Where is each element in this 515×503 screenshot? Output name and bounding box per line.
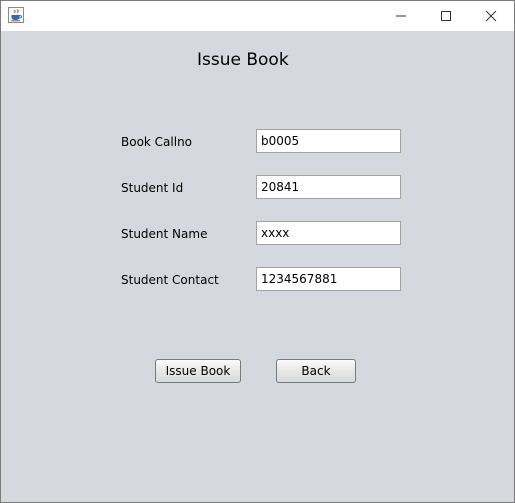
page-title: Issue Book (197, 50, 289, 70)
app-window: Issue Book Book Callno Student Id Studen… (0, 0, 515, 503)
book-callno-label: Book Callno (121, 135, 193, 149)
student-id-label: Student Id (121, 181, 184, 195)
close-button[interactable] (468, 1, 514, 31)
maximize-icon (441, 11, 451, 21)
minimize-icon (396, 15, 406, 17)
student-contact-field[interactable] (256, 267, 401, 291)
java-coffee-cup-icon (8, 7, 24, 23)
book-callno-field[interactable] (256, 129, 401, 153)
student-name-label: Student Name (121, 227, 208, 241)
student-contact-label: Student Contact (121, 273, 219, 287)
back-button[interactable]: Back (276, 359, 356, 383)
issue-book-form: Issue Book Book Callno Student Id Studen… (1, 31, 514, 502)
issue-book-button[interactable]: Issue Book (155, 359, 241, 383)
student-id-field[interactable] (256, 175, 401, 199)
close-icon (485, 10, 497, 22)
title-bar[interactable] (1, 1, 514, 31)
minimize-button[interactable] (378, 1, 424, 31)
maximize-button[interactable] (423, 1, 469, 31)
student-name-field[interactable] (256, 221, 401, 245)
